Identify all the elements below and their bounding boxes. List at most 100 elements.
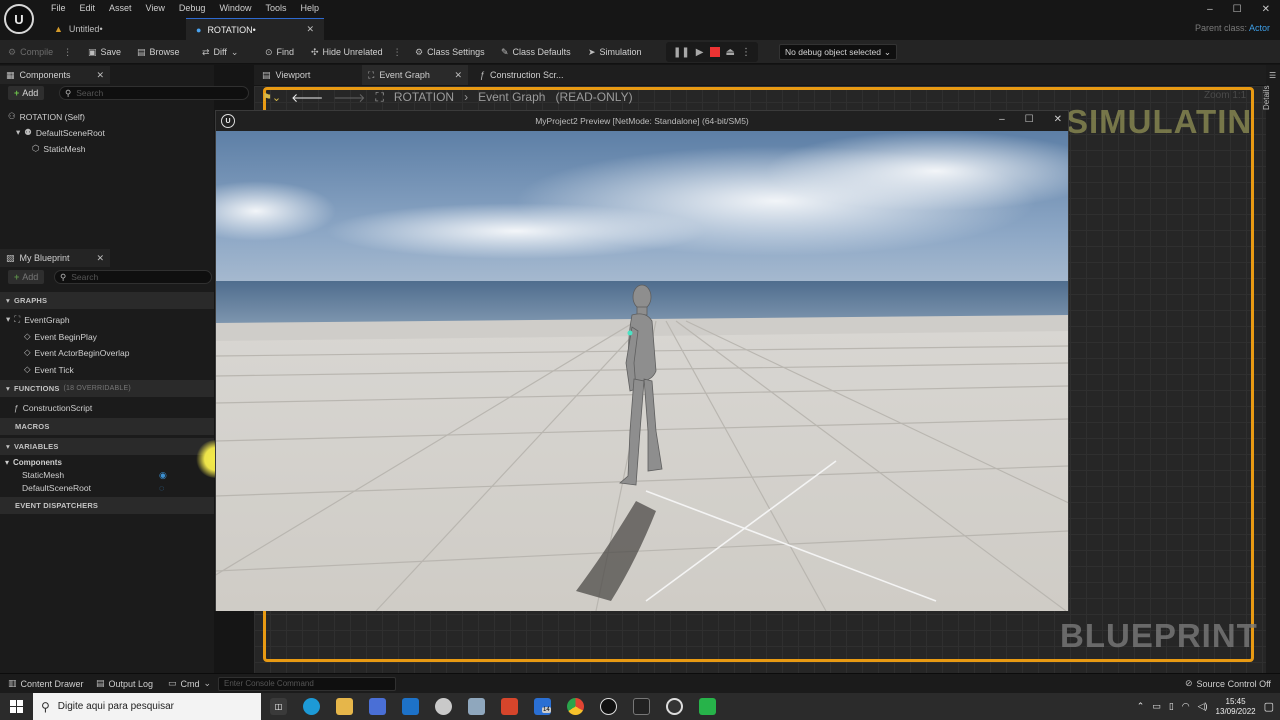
eye-closed-icon[interactable]: ◌ bbox=[159, 483, 164, 493]
menu-file[interactable]: File bbox=[44, 0, 73, 16]
browse-button[interactable]: ▤ Browse bbox=[137, 45, 180, 59]
debug-object-select[interactable]: No debug object selected ⌄ bbox=[779, 44, 897, 60]
tab-event-graph[interactable]: ⛶ Event Graph ✕ bbox=[362, 65, 468, 85]
diff-button[interactable]: ⇄ Diff ⌄ bbox=[202, 45, 238, 59]
task-view-icon[interactable]: ◫ bbox=[270, 698, 287, 715]
class-settings-button[interactable]: ⚙ Class Settings bbox=[415, 45, 485, 59]
menu-window[interactable]: Window bbox=[212, 0, 258, 16]
function-item-constructionscript[interactable]: ƒ ConstructionScript bbox=[14, 403, 92, 413]
menu-asset[interactable]: Asset bbox=[102, 0, 139, 16]
tree-item-defaultsceneroot[interactable]: ▾ ⚉ DefaultSceneRoot bbox=[16, 127, 105, 138]
calculator-icon[interactable] bbox=[468, 698, 485, 715]
maximize-icon[interactable]: ☐ bbox=[1025, 114, 1034, 125]
event-item-tick[interactable]: ◇ Event Tick bbox=[24, 364, 74, 375]
clock[interactable]: 15:45 13/09/2022 bbox=[1216, 697, 1256, 717]
chrome-icon[interactable] bbox=[567, 698, 584, 715]
add-component-button[interactable]: + Add bbox=[8, 86, 45, 100]
edge-browser-icon[interactable] bbox=[303, 698, 320, 715]
file-explorer-icon[interactable] bbox=[336, 698, 353, 715]
event-item-beginplay[interactable]: ◇ Event BeginPlay bbox=[24, 331, 97, 342]
menu-edit[interactable]: Edit bbox=[73, 0, 103, 16]
find-button[interactable]: ⊙ Find bbox=[265, 45, 294, 59]
app-icon[interactable] bbox=[435, 698, 452, 715]
unreal-logo-icon[interactable]: U bbox=[4, 4, 34, 34]
parent-class-value[interactable]: Actor bbox=[1249, 23, 1270, 33]
breadcrumb-root[interactable]: ROTATION bbox=[394, 90, 454, 104]
cmd-select[interactable]: ▭ Cmd ⌄ bbox=[168, 678, 211, 689]
components-tab[interactable]: ▦ Components ✕ bbox=[0, 66, 110, 84]
unreal-engine-icon[interactable] bbox=[600, 698, 617, 715]
menu-view[interactable]: View bbox=[139, 0, 172, 16]
doc-tab-untitled[interactable]: ▲ Untitled• bbox=[44, 18, 184, 40]
variable-group-components[interactable]: ▾ Components bbox=[5, 458, 62, 467]
more-options-icon[interactable]: ⋮ bbox=[393, 47, 402, 58]
close-window-icon[interactable]: ✕ bbox=[1262, 4, 1270, 15]
close-icon[interactable]: ✕ bbox=[96, 253, 104, 264]
game-viewport[interactable] bbox=[216, 131, 1068, 611]
components-search-input[interactable]: ⚲ Search bbox=[59, 86, 249, 100]
details-tab[interactable]: Details bbox=[1262, 86, 1271, 110]
store-icon[interactable] bbox=[369, 698, 386, 715]
notifications-icon[interactable]: ▢ bbox=[1264, 700, 1274, 713]
more-options-icon[interactable]: ⋮ bbox=[741, 47, 751, 58]
variable-item-staticmesh[interactable]: StaticMesh bbox=[22, 470, 64, 480]
tree-item-staticmesh[interactable]: ⬡ StaticMesh bbox=[32, 143, 85, 154]
pause-icon[interactable]: ❚❚ bbox=[673, 47, 690, 58]
save-button[interactable]: ▣ Save bbox=[88, 45, 121, 59]
minimize-icon[interactable]: – bbox=[999, 114, 1005, 125]
close-icon[interactable]: ✕ bbox=[454, 70, 462, 81]
messaging-icon[interactable]: 14 bbox=[534, 698, 551, 715]
stop-icon[interactable] bbox=[709, 47, 720, 57]
blueprint-search-input[interactable]: ⚲ Search bbox=[54, 270, 212, 284]
tree-item-self[interactable]: ⚇ ROTATION (Self) bbox=[8, 111, 85, 122]
my-blueprint-tab[interactable]: ▧ My Blueprint ✕ bbox=[0, 249, 110, 267]
content-drawer-button[interactable]: ▥ Content Drawer bbox=[8, 678, 84, 689]
event-graph-item[interactable]: ▾ ⛶ EventGraph bbox=[6, 314, 70, 325]
variable-item-defaultsceneroot[interactable]: DefaultSceneRoot bbox=[22, 483, 91, 493]
tab-construction-script[interactable]: ƒ Construction Scr... bbox=[474, 65, 570, 85]
forward-arrow-icon[interactable]: 🡒 bbox=[333, 90, 365, 105]
collapse-arrow-icon[interactable]: ▾ bbox=[16, 127, 20, 138]
section-event-dispatchers[interactable]: EVENT DISPATCHERS bbox=[0, 497, 214, 514]
green-app-icon[interactable] bbox=[699, 698, 716, 715]
section-graphs[interactable]: ▾ GRAPHS bbox=[0, 292, 214, 309]
details-sidebar[interactable]: ☰ bbox=[1266, 65, 1280, 673]
section-functions[interactable]: ▾ FUNCTIONS (18 OVERRIDABLE) bbox=[0, 380, 214, 397]
network-icon[interactable]: ▭ bbox=[1152, 701, 1161, 712]
more-options-icon[interactable]: ⋮ bbox=[63, 47, 72, 58]
compile-button[interactable]: ⚙ Compile ⋮ bbox=[8, 45, 72, 59]
obs-icon[interactable] bbox=[666, 698, 683, 715]
menu-help[interactable]: Help bbox=[293, 0, 326, 16]
taskbar-search-input[interactable]: ⚲ Digite aqui para pesquisar bbox=[33, 693, 261, 720]
start-button[interactable] bbox=[0, 693, 33, 720]
resume-icon[interactable]: ▶ bbox=[696, 47, 704, 58]
close-icon[interactable]: ✕ bbox=[96, 70, 104, 81]
doc-tab-rotation[interactable]: ● ROTATION• ✕ bbox=[186, 18, 324, 40]
chevron-up-icon[interactable]: ⌃ bbox=[1137, 701, 1145, 712]
event-item-actorbeginoverlap[interactable]: ◇ Event ActorBeginOverlap bbox=[24, 347, 130, 358]
eject-icon[interactable]: ⏏ bbox=[726, 47, 735, 58]
tab-viewport[interactable]: ▤ Viewport bbox=[256, 65, 316, 85]
preview-window[interactable]: U MyProject2 Preview [NetMode: Standalon… bbox=[215, 110, 1069, 611]
simulation-button[interactable]: ➤ Simulation bbox=[588, 45, 642, 59]
mail-icon[interactable] bbox=[402, 698, 419, 715]
hide-unrelated-button[interactable]: ✣ Hide Unrelated ⋮ bbox=[311, 45, 402, 59]
back-arrow-icon[interactable]: 🡐 bbox=[291, 90, 323, 105]
output-log-button[interactable]: ▤ Output Log bbox=[96, 678, 153, 689]
bookmark-icon[interactable]: ⚑⌄ bbox=[262, 91, 281, 104]
battery-icon[interactable]: ▯ bbox=[1169, 701, 1174, 712]
menu-tools[interactable]: Tools bbox=[258, 0, 293, 16]
epic-launcher-icon[interactable] bbox=[633, 698, 650, 715]
section-variables[interactable]: ▾ VARIABLES bbox=[0, 438, 214, 455]
volume-icon[interactable]: ◁) bbox=[1198, 701, 1208, 712]
section-macros[interactable]: MACROS bbox=[0, 418, 214, 435]
class-defaults-button[interactable]: ✎ Class Defaults bbox=[501, 45, 571, 59]
console-command-input[interactable]: Enter Console Command bbox=[218, 677, 396, 691]
office-icon[interactable] bbox=[501, 698, 518, 715]
close-window-icon[interactable]: ✕ bbox=[1054, 114, 1062, 125]
menu-debug[interactable]: Debug bbox=[172, 0, 213, 16]
add-member-button[interactable]: + Add bbox=[8, 270, 45, 284]
preview-title-bar[interactable]: U MyProject2 Preview [NetMode: Standalon… bbox=[216, 111, 1068, 131]
maximize-icon[interactable]: ☐ bbox=[1233, 4, 1242, 15]
wifi-icon[interactable]: ◠ bbox=[1182, 701, 1190, 712]
